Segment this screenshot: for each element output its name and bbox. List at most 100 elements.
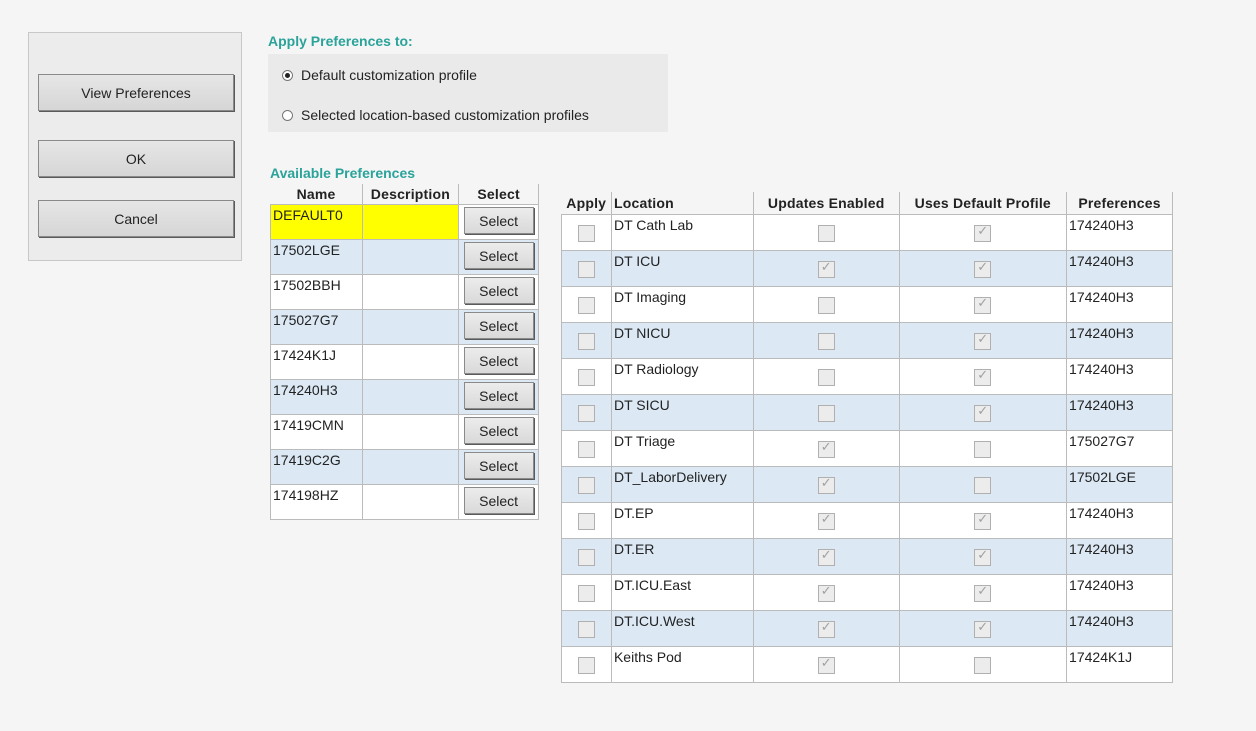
preferences-value: 17424K1J (1069, 649, 1133, 665)
uses-default-cell (898, 250, 1068, 287)
updates-enabled-cell (752, 286, 900, 323)
apply-checkbox[interactable] (577, 513, 595, 530)
location-cell: DT.ICU.West (610, 610, 754, 647)
preference-description (363, 450, 459, 454)
uses-default-checkbox (974, 224, 992, 242)
apply-checkbox[interactable] (577, 477, 595, 494)
preference-name-cell: 175027G7 (270, 309, 363, 345)
preference-name-cell: 174240H3 (270, 379, 363, 415)
preference-name-cell: 17419CMN (270, 414, 363, 450)
preference-name: 17502BBH (273, 277, 341, 293)
radio-default-profile[interactable]: Default customization profile (282, 67, 477, 83)
preference-select-cell: Select (458, 309, 539, 345)
location-row: DT.ICU.West 174240H3 (561, 610, 1173, 647)
select-button[interactable]: Select (463, 382, 534, 409)
location-cell: Keiths Pod (610, 646, 754, 683)
radio-button-selected[interactable] (282, 109, 293, 121)
apply-checkbox[interactable] (577, 621, 595, 638)
apply-cell (561, 250, 612, 287)
preference-description (363, 345, 459, 349)
updates-enabled-cell (752, 322, 900, 359)
location-row: DT Triage 175027G7 (561, 430, 1173, 467)
preference-name-cell: DEFAULT0 (270, 204, 363, 240)
preference-description (363, 485, 459, 489)
preference-description (363, 415, 459, 419)
preference-select-cell: Select (458, 344, 539, 380)
preference-description-cell (361, 239, 460, 275)
apply-checkbox[interactable] (577, 369, 595, 386)
location-name: DT ICU (613, 253, 661, 269)
preference-select-cell: Select (458, 484, 539, 520)
apply-cell (561, 286, 612, 323)
apply-checkbox[interactable] (577, 657, 595, 674)
col-header-name: Name (270, 184, 363, 205)
apply-preferences-title: Apply Preferences to: (268, 33, 413, 49)
location-cell: DT ICU (610, 250, 754, 287)
preference-row: 17502BBH Select (270, 274, 539, 310)
location-row: DT.ICU.East 174240H3 (561, 574, 1173, 611)
updates-enabled-cell (752, 574, 900, 611)
location-name: DT.EP (613, 505, 654, 521)
updates-enabled-checkbox (817, 405, 835, 422)
uses-default-checkbox (974, 332, 992, 350)
preferences-cell: 174240H3 (1066, 574, 1173, 611)
radio-selected-profiles[interactable]: Selected location-based customization pr… (282, 107, 589, 123)
preferences-cell: 17424K1J (1066, 646, 1173, 683)
apply-checkbox[interactable] (577, 261, 595, 278)
uses-default-checkbox (974, 260, 992, 278)
uses-default-checkbox (974, 512, 992, 530)
apply-cell (561, 322, 612, 359)
col-header-uses-default-profile: Uses Default Profile (899, 192, 1068, 215)
apply-checkbox[interactable] (577, 441, 595, 458)
apply-checkbox[interactable] (577, 333, 595, 350)
view-preferences-button[interactable]: View Preferences (38, 74, 234, 111)
location-cell: DT Radiology (610, 358, 754, 395)
updates-enabled-checkbox (817, 584, 835, 602)
preference-description-cell (361, 274, 460, 310)
select-button[interactable]: Select (463, 487, 534, 514)
location-cell: DT Triage (610, 430, 754, 467)
location-name: DT Imaging (613, 289, 687, 305)
select-button[interactable]: Select (463, 417, 534, 444)
select-button[interactable]: Select (463, 277, 534, 304)
updates-enabled-checkbox (817, 333, 835, 350)
location-row: Keiths Pod 17424K1J (561, 646, 1173, 683)
preferences-value: 174240H3 (1069, 361, 1134, 377)
preference-row: 174240H3 Select (270, 379, 539, 415)
preference-description (363, 380, 459, 384)
updates-enabled-checkbox (817, 225, 835, 242)
radio-selected-label: Selected location-based customization pr… (301, 107, 589, 123)
preferences-cell: 174240H3 (1066, 322, 1173, 359)
ok-button[interactable]: OK (38, 140, 234, 177)
uses-default-checkbox (974, 620, 992, 638)
select-button[interactable]: Select (463, 347, 534, 374)
apply-options-group: Default customization profile Selected l… (268, 54, 668, 132)
location-row: DT ICU 174240H3 (561, 250, 1173, 287)
updates-enabled-cell (752, 502, 900, 539)
select-button[interactable]: Select (463, 452, 534, 479)
preference-name-cell: 17502BBH (270, 274, 363, 310)
uses-default-checkbox (974, 477, 992, 494)
updates-enabled-cell (752, 538, 900, 575)
apply-checkbox[interactable] (577, 585, 595, 602)
available-preferences-title: Available Preferences (270, 165, 416, 181)
select-button[interactable]: Select (463, 312, 534, 339)
uses-default-checkbox (974, 657, 992, 674)
preference-name: 175027G7 (273, 312, 339, 328)
select-button[interactable]: Select (463, 207, 534, 234)
apply-checkbox[interactable] (577, 405, 595, 422)
radio-button-default[interactable] (282, 69, 293, 81)
preferences-value: 174240H3 (1069, 541, 1134, 557)
apply-checkbox[interactable] (577, 549, 595, 566)
uses-default-checkbox (974, 296, 992, 314)
preferences-cell: 174240H3 (1066, 358, 1173, 395)
preference-name: 17502LGE (273, 242, 340, 258)
col-header-updates-enabled: Updates Enabled (753, 192, 900, 215)
location-row: DT SICU 174240H3 (561, 394, 1173, 431)
cancel-button[interactable]: Cancel (38, 200, 234, 237)
apply-checkbox[interactable] (577, 297, 595, 314)
preference-description (363, 240, 459, 244)
apply-checkbox[interactable] (577, 225, 595, 242)
uses-default-cell (898, 286, 1068, 323)
select-button[interactable]: Select (463, 242, 534, 269)
